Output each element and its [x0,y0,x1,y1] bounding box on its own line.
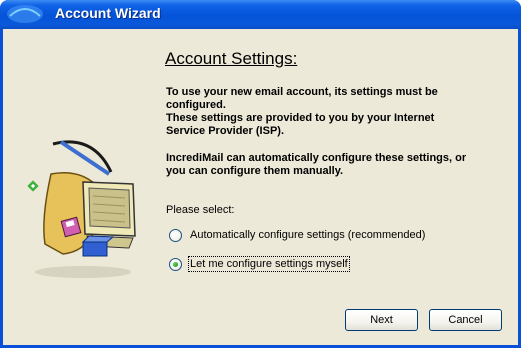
account-wizard-window: Account Wizard Account Settings: To use … [0,0,521,348]
window-title: Account Wizard [55,5,161,21]
info-line: IncrediMail can automatically configure … [166,152,467,164]
intro-line: To use your new email account, its setti… [166,86,438,98]
cancel-button[interactable]: Cancel [429,309,502,331]
wizard-body: Account Settings: To use your new email … [3,29,518,345]
info-line: you can configure them manually. [166,165,344,177]
intro-line: These settings are provided to you by yo… [166,112,435,124]
page-heading: Account Settings: [165,49,298,68]
next-button[interactable]: Next [345,309,418,331]
auto-configure-label[interactable]: Automatically configure settings (recomm… [189,228,426,242]
title-bar[interactable]: Account Wizard [0,0,521,29]
computer-setup-illustration [27,140,136,278]
select-prompt: Please select: [166,204,235,216]
auto-configure-option[interactable]: Automatically configure settings (recomm… [169,227,426,243]
manual-configure-option[interactable]: Let me configure settings myself [169,256,350,272]
auto-configure-radio[interactable] [169,228,182,242]
intro-line: configured. [166,99,226,111]
incredimail-title-icon [7,5,43,23]
info-paragraph: IncrediMail can automatically configure … [166,152,511,178]
manual-configure-label[interactable]: Let me configure settings myself [188,256,350,272]
intro-line: Service Provider (ISP). [166,125,284,137]
intro-paragraph: To use your new email account, its setti… [166,86,511,138]
manual-configure-radio[interactable] [169,257,182,271]
